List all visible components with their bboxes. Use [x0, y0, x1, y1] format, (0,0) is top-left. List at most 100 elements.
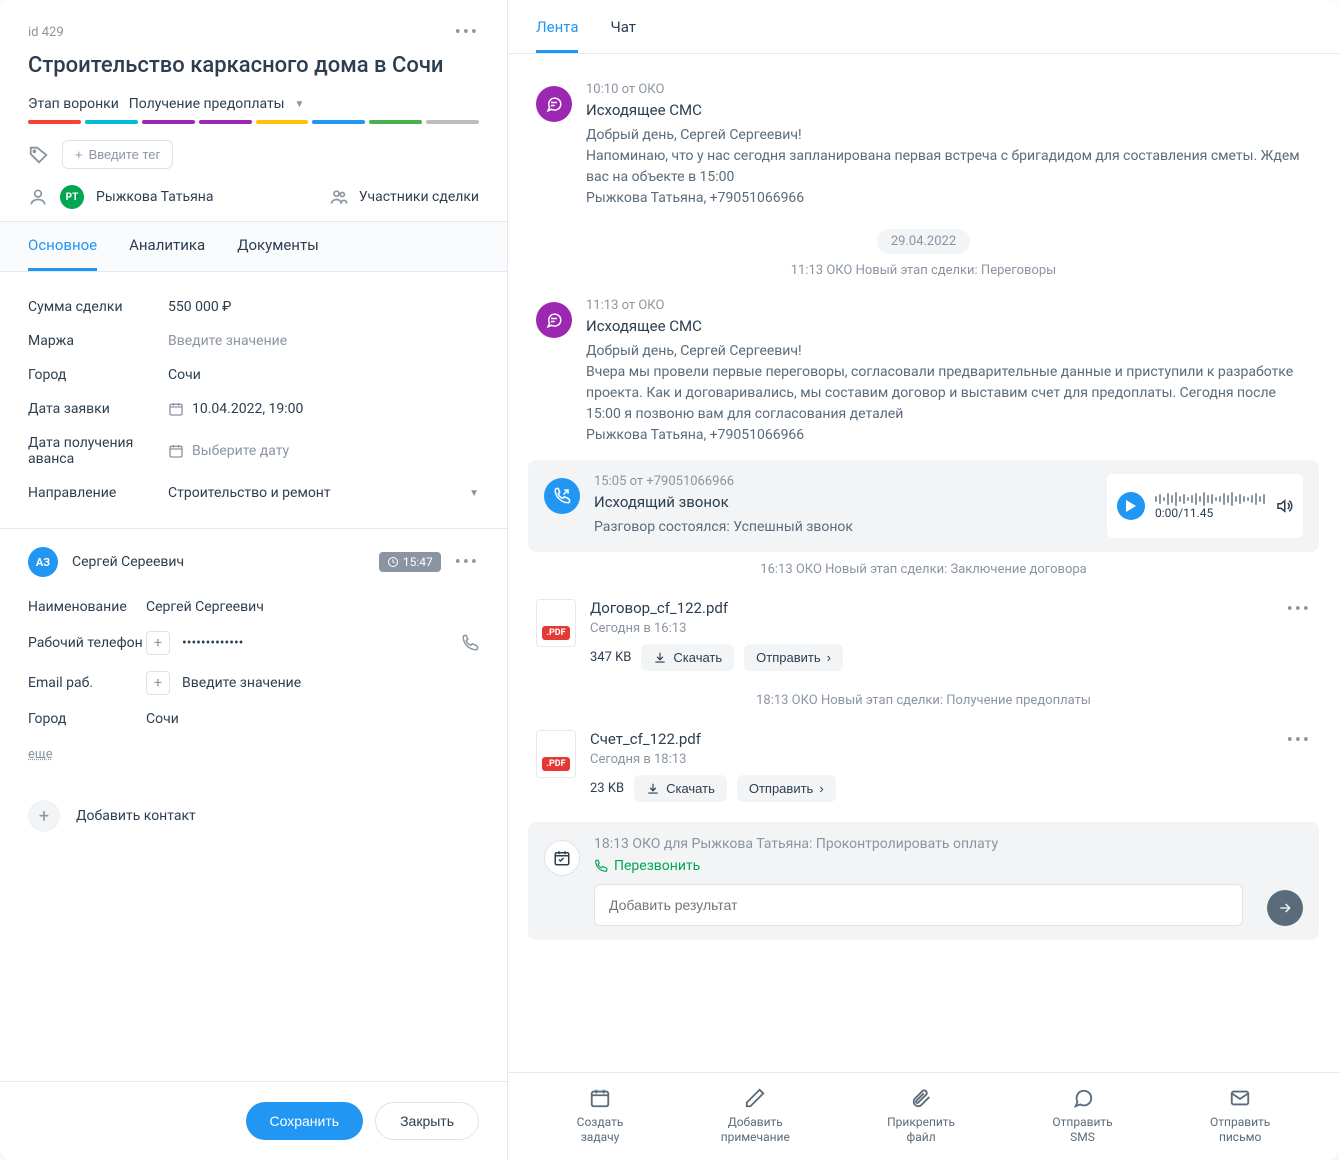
stage-selector[interactable]: Этап воронки Получение предоплаты ▼	[28, 96, 479, 112]
contact-email-label: Email раб.	[28, 675, 146, 691]
field-advdate-input[interactable]: Выберите дату	[168, 443, 289, 459]
tab-chat[interactable]: Чат	[610, 18, 636, 53]
action-send-mail[interactable]: Отправить письмо	[1210, 1087, 1270, 1146]
tab-analytics[interactable]: Аналитика	[129, 236, 205, 271]
file-meta: Сегодня в 18:13	[590, 752, 1273, 767]
contact-name: Сергей Сереевич	[72, 554, 184, 570]
calendar-icon	[168, 401, 184, 417]
contact-card: АЗ Сергей Сереевич 15:47 ••• Наименовани…	[0, 528, 507, 780]
field-sum-label: Сумма сделки	[28, 299, 168, 315]
contact-menu-icon[interactable]: •••	[455, 552, 479, 573]
field-reqdate-label: Дата заявки	[28, 401, 168, 417]
pencil-icon	[744, 1087, 766, 1109]
add-contact-button[interactable]: + Добавить контакт	[0, 780, 507, 852]
participants-button[interactable]: Участники сделки	[329, 187, 479, 207]
field-reqdate-value[interactable]: 10.04.2022, 19:00	[168, 401, 303, 417]
contact-city-value[interactable]: Сочи	[146, 711, 179, 727]
task-result-input[interactable]	[594, 884, 1243, 926]
field-sum-value[interactable]: 550 000 ₽	[168, 299, 231, 315]
feed-task-item: 18:13 ОКО для Рыжкова Татьяна: Проконтро…	[528, 822, 1319, 940]
sms-icon	[536, 86, 572, 122]
download-icon	[653, 651, 667, 665]
file-name[interactable]: Счет_cf_122.pdf	[590, 730, 1273, 748]
sms-icon	[536, 302, 572, 338]
phone-icon	[594, 859, 608, 873]
stage-value: Получение предоплаты	[129, 96, 285, 112]
download-icon	[646, 782, 660, 796]
file-menu-icon[interactable]: •••	[1287, 730, 1311, 751]
tab-documents[interactable]: Документы	[237, 236, 319, 271]
chevron-down-icon: ▼	[295, 99, 305, 110]
add-phone-button[interactable]: +	[146, 631, 170, 655]
field-margin-label: Маржа	[28, 333, 168, 349]
stage-change-log: 16:13 ОКО Новый этап сделки: Заключение …	[508, 562, 1339, 577]
plus-icon: +	[28, 800, 60, 832]
action-send-sms[interactable]: Отправить SMS	[1052, 1087, 1112, 1146]
file-size: 347 KB	[590, 650, 631, 665]
clock-icon	[387, 556, 399, 568]
audio-player: 0:00/11.45	[1107, 474, 1303, 538]
feed-item-time: 10:10 от ОКО	[586, 82, 1311, 97]
contact-phone-label: Рабочий телефон	[28, 635, 146, 651]
feed-item-title: Исходящее СМС	[586, 101, 1311, 119]
chevron-down-icon: ▼	[469, 488, 479, 499]
action-add-note[interactable]: Добавить примечание	[721, 1087, 790, 1146]
chevron-right-icon: ›	[827, 650, 831, 665]
contact-title-label: Наименование	[28, 599, 146, 615]
play-button[interactable]	[1117, 492, 1145, 520]
save-button[interactable]: Сохранить	[246, 1102, 364, 1140]
download-button[interactable]: Скачать	[634, 775, 727, 802]
contact-email-input[interactable]: Введите значение	[182, 675, 301, 691]
detail-tabs: Основное Аналитика Документы	[0, 221, 507, 272]
submit-task-button[interactable]	[1267, 890, 1303, 926]
chat-icon	[1072, 1087, 1094, 1109]
volume-icon[interactable]	[1275, 497, 1293, 515]
field-margin-input[interactable]: Введите значение	[168, 333, 287, 349]
callback-link[interactable]: Перезвонить	[594, 858, 1243, 874]
field-city-label: Город	[28, 367, 168, 383]
download-button[interactable]: Скачать	[641, 644, 734, 671]
deal-menu-icon[interactable]: •••	[455, 22, 479, 43]
file-size: 23 KB	[590, 781, 624, 796]
contact-time-badge: 15:47	[379, 552, 441, 572]
stage-progress	[28, 120, 479, 124]
action-create-task[interactable]: Создать задачу	[577, 1087, 624, 1146]
feed-file-item: .PDF Договор_cf_122.pdf Сегодня в 16:13 …	[508, 587, 1339, 683]
waveform[interactable]	[1155, 492, 1265, 506]
send-file-button[interactable]: Отправить›	[737, 775, 836, 802]
stage-change-log: 11:13 ОКО Новый этап сделки: Переговоры	[508, 263, 1339, 278]
mail-icon	[1229, 1087, 1251, 1109]
feed-tabs: Лента Чат	[508, 0, 1339, 54]
field-direction-value[interactable]: Строительство и ремонт	[168, 485, 331, 501]
send-file-button[interactable]: Отправить›	[744, 644, 843, 671]
contact-title-value[interactable]: Сергей Сергеевич	[146, 599, 264, 615]
contact-avatar[interactable]: АЗ	[28, 547, 58, 577]
add-tag-button[interactable]: +Введите тег	[62, 140, 173, 169]
feed-sms-item: 10:10 от ОКО Исходящее СМС Добрый день, …	[508, 72, 1339, 219]
tab-feed[interactable]: Лента	[536, 18, 578, 53]
calendar-icon	[168, 443, 184, 459]
file-menu-icon[interactable]: •••	[1287, 599, 1311, 620]
contact-city-label: Город	[28, 711, 146, 727]
close-button[interactable]: Закрыть	[375, 1102, 479, 1140]
feed-file-item: .PDF Счет_cf_122.pdf Сегодня в 18:13 23 …	[508, 718, 1339, 814]
audio-duration: 0:00/11.45	[1155, 506, 1265, 520]
file-name[interactable]: Договор_cf_122.pdf	[590, 599, 1273, 617]
contact-more-link[interactable]: еще	[28, 747, 53, 762]
deal-panel: id 429 ••• Строительство каркасного дома…	[0, 0, 508, 1160]
contact-phone-value[interactable]: •••••••••••••	[182, 635, 243, 651]
feed-item-text: Добрый день, Сергей Сергеевич! Вчера мы …	[586, 341, 1311, 446]
add-email-button[interactable]: +	[146, 671, 170, 695]
call-status: Разговор состоялся: Успешный звонок	[594, 517, 1093, 538]
field-city-value[interactable]: Сочи	[168, 367, 201, 383]
feed-item-title: Исходящее СМС	[586, 317, 1311, 335]
tab-main[interactable]: Основное	[28, 236, 97, 271]
tag-icon	[28, 144, 50, 166]
feed-item-time: 15:05 от +79051066966	[594, 474, 1093, 489]
field-advdate-label: Дата получения аванса	[28, 435, 168, 467]
activity-feed[interactable]: 10:10 от ОКО Исходящее СМС Добрый день, …	[508, 54, 1339, 1072]
deal-title: Строительство каркасного дома в Сочи	[28, 53, 479, 78]
owner-avatar[interactable]: РТ	[60, 185, 84, 209]
phone-icon[interactable]	[461, 634, 479, 652]
action-attach-file[interactable]: Прикрепить файл	[887, 1087, 955, 1146]
